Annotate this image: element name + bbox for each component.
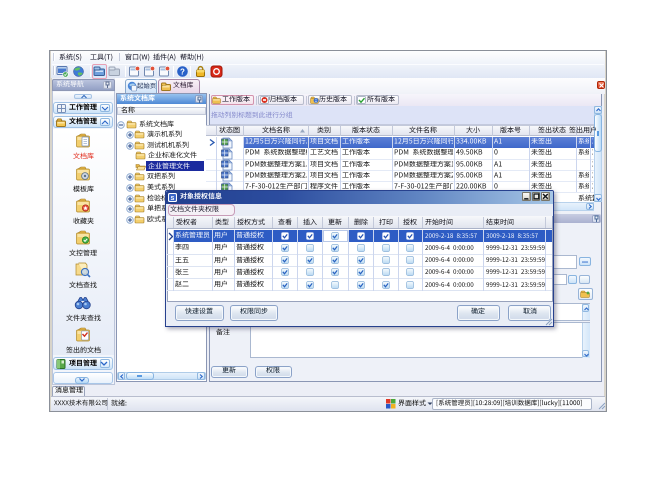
- svg-text:S: S: [171, 195, 175, 201]
- svg-text:?: ?: [180, 67, 185, 76]
